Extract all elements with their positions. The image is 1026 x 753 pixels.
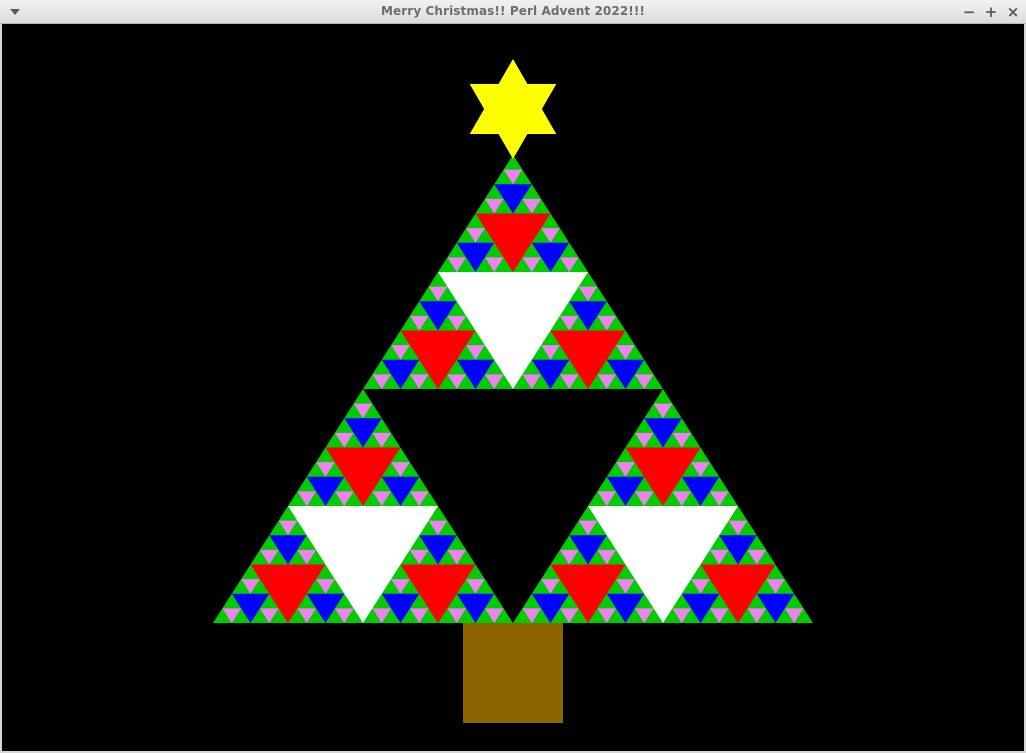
close-button[interactable]: ×	[1004, 2, 1022, 22]
window-controls: − + ×	[960, 2, 1022, 22]
christmas-tree-scene	[2, 24, 1024, 751]
maximize-button[interactable]: +	[982, 2, 1000, 22]
window-menu-button[interactable]	[6, 3, 24, 21]
chevron-down-icon	[10, 9, 20, 15]
minimize-icon: −	[962, 2, 976, 21]
maximize-icon: +	[984, 2, 998, 21]
title-bar: Merry Christmas!! Perl Advent 2022!!! − …	[0, 0, 1026, 24]
tree-trunk	[463, 623, 563, 723]
app-window: Merry Christmas!! Perl Advent 2022!!! − …	[0, 0, 1026, 753]
window-title: Merry Christmas!! Perl Advent 2022!!!	[381, 4, 645, 18]
drawing-canvas	[2, 24, 1024, 751]
minimize-button[interactable]: −	[960, 2, 978, 22]
close-icon: ×	[1006, 2, 1020, 21]
